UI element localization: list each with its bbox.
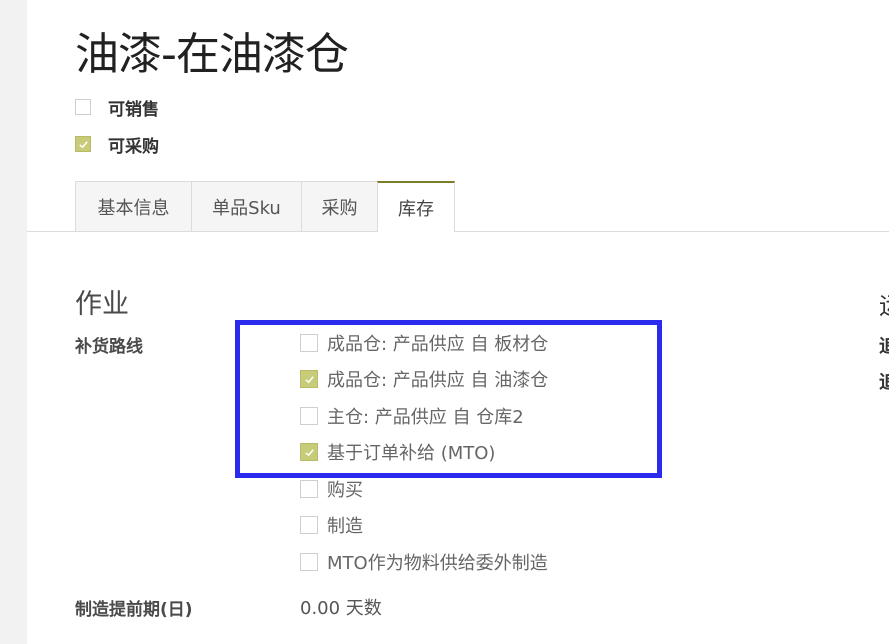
can-be-purchased-toggle[interactable]: 可采购 [75,132,159,157]
page-title: 油漆-在油漆仓 [75,29,349,80]
route-option[interactable]: 制造 [300,513,363,537]
can-be-purchased-label: 可采购 [108,136,159,157]
highlight-box [235,320,662,478]
tab-general-info[interactable]: 基本信息 [75,181,192,231]
clipped-section-title: 运 [879,286,889,321]
tab-inventory[interactable]: 库存 [377,181,455,232]
routes-label: 补货路线 [75,337,143,357]
tab-purchase[interactable]: 采购 [301,181,378,231]
route-label: 购买 [327,480,363,501]
can-be-sold-label: 可销售 [108,99,159,120]
manufacturing-lead-time-label: 制造提前期(日) [75,600,193,620]
clipped-field-label: 追 [879,372,889,393]
clipped-field-label: 追 [879,336,889,357]
manufacturing-lead-time-value[interactable]: 0.00 天数 [300,594,382,620]
route-option[interactable]: MTO作为物料供给委外制造 [300,550,548,574]
tab-divider [27,231,889,232]
notebook-tabs: 基本信息 单品Sku 采购 库存 [75,181,455,232]
operations-section-title: 作业 [75,289,129,320]
checkbox-icon[interactable] [75,99,91,115]
route-label: MTO作为物料供给委外制造 [327,553,548,574]
tab-variant-sku[interactable]: 单品Sku [191,181,302,231]
checkbox-icon[interactable] [300,553,318,571]
checkbox-icon[interactable] [300,480,318,498]
route-label: 制造 [327,516,363,537]
checkbox-icon[interactable] [300,516,318,534]
route-option[interactable]: 购买 [300,477,363,501]
can-be-sold-toggle[interactable]: 可销售 [75,95,159,120]
checkbox-checked-icon[interactable] [75,136,91,152]
